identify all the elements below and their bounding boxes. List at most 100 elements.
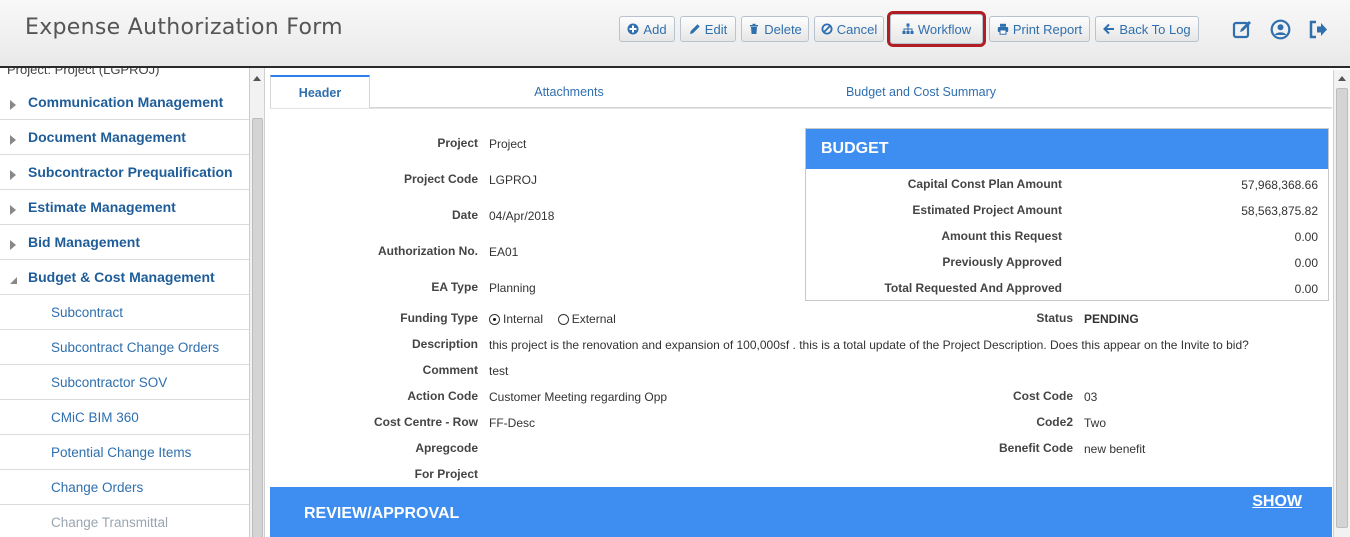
status-badge: PENDING [1084,312,1139,326]
ea-type-label: EA Type [431,280,478,294]
sidebar-item-label: Change Orders [51,479,144,495]
content-scrollbar[interactable] [1333,70,1350,537]
budget-row-value: 0.00 [1294,230,1318,244]
sidebar-item-label: Bid Management [28,234,141,250]
sidebar-item-subcontract[interactable]: Subcontract [0,295,249,330]
caret-right-icon [9,202,17,218]
trash-icon [748,23,760,35]
apregcode-label: Apregcode [415,441,478,455]
budget-row-label: Capital Const Plan Amount [907,177,1062,191]
caret-down-icon [9,272,18,288]
date-value: 04/Apr/2018 [489,209,555,223]
sidebar-item-subcontract-change-orders[interactable]: Subcontract Change Orders [0,330,249,365]
sidebar-item-document-management[interactable]: Document Management [0,120,249,155]
scroll-up-arrow-icon[interactable] [253,76,261,81]
budget-row-value: 58,563,875.82 [1241,204,1318,218]
review-show-link[interactable]: SHOW [1252,493,1302,511]
budget-row-label: Total Requested And Approved [884,281,1062,295]
review-approval-title: REVIEW/APPROVAL [304,505,460,522]
back-to-log-button[interactable]: Back To Log [1095,16,1199,42]
tab-attachments[interactable]: Attachments [499,75,639,108]
page-title: Expense Authorization Form [25,15,343,40]
budget-row-value: 0.00 [1294,282,1318,296]
sidebar-item-label: Potential Change Items [51,444,192,460]
ban-icon [821,23,833,35]
edit-button[interactable]: Edit [680,16,736,42]
tab-bar: Header Attachments Budget and Cost Summa… [270,75,1332,109]
sidebar-item-label: Budget & Cost Management [28,269,215,285]
sidebar-item-label: Subcontract [51,304,124,320]
funding-external-radio[interactable] [557,314,569,325]
description-label: Description [411,337,478,351]
budget-row-label: Amount this Request [941,229,1062,243]
tab-header[interactable]: Header [270,75,370,109]
budget-panel: BUDGET Capital Const Plan Amount 57,968,3… [805,128,1329,301]
sidebar-item-change-orders[interactable]: Change Orders [0,470,249,505]
budget-title: BUDGET [806,129,1328,169]
delete-button-label: Delete [764,21,802,37]
funding-internal-label: Internal [503,312,544,326]
authorization-no-label: Authorization No. [378,244,478,258]
tab-budget-and-cost-summary[interactable]: Budget and Cost Summary [821,75,1021,108]
sidebar-item-label: Subcontractor SOV [51,374,168,390]
action-code-label: Action Code [407,389,478,403]
print-report-button-label: Print Report [1012,21,1083,37]
delete-button[interactable]: Delete [741,16,809,42]
project-value: Project [489,137,527,151]
arrow-left-icon [1103,23,1115,35]
budget-row-value: 0.00 [1294,256,1318,270]
for-project-label: For Project [414,467,478,481]
authorization-no-value: EA01 [489,245,519,259]
sidebar-item-budget-cost-management[interactable]: Budget & Cost Management [0,260,249,295]
cost-centre-value: FF-Desc [489,416,535,430]
project-label: Project [437,136,478,150]
funding-internal-radio[interactable] [489,314,500,325]
benefit-code-label: Benefit Code [998,441,1073,455]
sidebar-item-subcontractor-prequalification[interactable]: Subcontractor Prequalification [0,155,249,190]
funding-type-radios: Internal External [489,312,616,326]
sidebar-item-cmic-bim-360[interactable]: CMiC BIM 360 [0,400,249,435]
sidebar-item-estimate-management[interactable]: Estimate Management [0,190,249,225]
print-report-button[interactable]: Print Report [989,16,1090,42]
comment-label: Comment [422,363,478,377]
plus-circle-icon [627,23,639,35]
ea-type-value: Planning [489,281,536,295]
workflow-button[interactable]: Workflow [887,11,986,47]
sidebar-item-label: Document Management [28,129,186,145]
sign-out-icon[interactable] [1307,18,1329,40]
sidebar-item-bid-management[interactable]: Bid Management [0,225,249,260]
funding-external-label: External [571,312,616,326]
budget-row-value: 57,968,368.66 [1241,178,1318,192]
budget-row-label: Estimated Project Amount [912,203,1062,217]
sidebar-item-label: Estimate Management [28,199,176,215]
sidebar-scrollbar[interactable] [250,68,265,537]
back-to-log-button-label: Back To Log [1119,21,1191,37]
cancel-button-label: Cancel [836,21,878,37]
content-scroll-thumb[interactable] [1336,88,1348,528]
add-button-label: Add [643,21,667,37]
scroll-up-arrow-icon[interactable] [1338,76,1346,81]
sidebar-project-label: Project: Project (LGPROJ) [7,68,160,77]
header-form: Project Project Project Code LGPROJ Date… [270,108,1332,537]
sidebar-scroll-thumb[interactable] [252,118,263,537]
project-code-value: LGPROJ [489,173,538,187]
sidebar: Project: Project (LGPROJ) Communication … [0,68,250,537]
sidebar-item-communication-management[interactable]: Communication Management [0,85,249,120]
sidebar-item-label: Change Transmittal [51,514,169,530]
edit-square-icon[interactable] [1231,18,1253,40]
cancel-button[interactable]: Cancel [814,16,884,42]
add-button[interactable]: Add [619,16,675,42]
caret-right-icon [9,167,17,183]
sidebar-item-label: Subcontract Change Orders [51,339,220,355]
header-bar: Expense Authorization Form Add Edit Dele… [0,0,1350,68]
user-circle-icon[interactable] [1269,18,1291,40]
project-code-label: Project Code [403,172,478,186]
sidebar-item-potential-change-items[interactable]: Potential Change Items [0,435,249,470]
description-value: this project is the renovation and expan… [489,338,1249,352]
printer-icon [997,23,1009,35]
caret-right-icon [9,237,17,253]
comment-value: test [489,364,509,378]
sidebar-item-subcontractor-sov[interactable]: Subcontractor SOV [0,365,249,400]
sidebar-item-change-transmittal[interactable]: Change Transmittal [0,505,249,537]
budget-row-label: Previously Approved [942,255,1062,269]
